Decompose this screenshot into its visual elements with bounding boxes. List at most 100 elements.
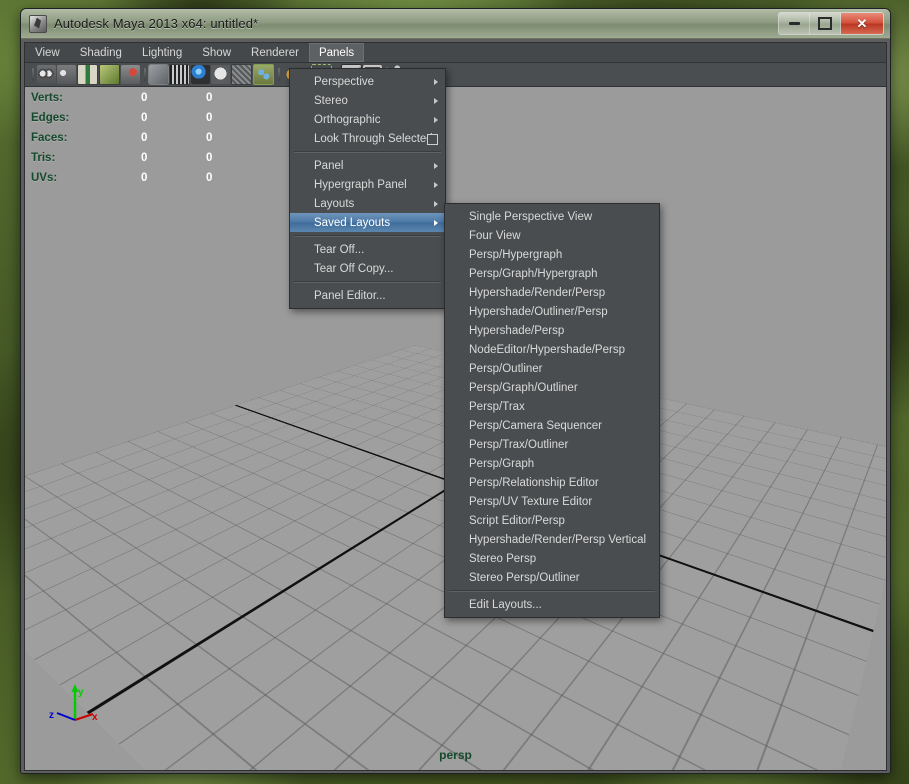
menu-item-label: Hypergraph Panel bbox=[314, 178, 407, 191]
menu-show[interactable]: Show bbox=[192, 43, 241, 62]
submenu-item-label: Persp/Outliner bbox=[469, 362, 543, 375]
submenu-item-hypershade-render-persp-vertical[interactable]: Hypershade/Render/Persp Vertical bbox=[445, 530, 659, 549]
hud-label: Edges: bbox=[31, 112, 70, 124]
submenu-item-label: Persp/Graph/Hypergraph bbox=[469, 267, 598, 280]
submenu-item-persp-uv-texture-editor[interactable]: Persp/UV Texture Editor bbox=[445, 492, 659, 511]
submenu-item-label: Four View bbox=[469, 229, 521, 242]
menu-item-label: Saved Layouts bbox=[314, 216, 391, 229]
menu-item-orthographic[interactable]: Orthographic bbox=[290, 110, 445, 129]
submenu-item-label: NodeEditor/Hypershade/Persp bbox=[469, 343, 625, 356]
panels-dropdown-menu: Perspective Stereo Orthographic Look Thr… bbox=[289, 68, 446, 309]
hud-value-total: 0 bbox=[206, 112, 213, 124]
camera-attributes-icon[interactable] bbox=[57, 65, 76, 84]
menu-item-stereo[interactable]: Stereo bbox=[290, 91, 445, 110]
menu-item-label: Panel bbox=[314, 159, 344, 172]
hud-value-total: 0 bbox=[206, 172, 213, 184]
shadows-icon[interactable] bbox=[231, 64, 252, 85]
menu-separator bbox=[294, 151, 441, 153]
submenu-item-persp-graph-outliner[interactable]: Persp/Graph/Outliner bbox=[445, 378, 659, 397]
submenu-item-persp-relationship-editor[interactable]: Persp/Relationship Editor bbox=[445, 473, 659, 492]
menu-item-panel-editor[interactable]: Panel Editor... bbox=[290, 286, 445, 305]
submenu-item-persp-outliner[interactable]: Persp/Outliner bbox=[445, 359, 659, 378]
submenu-item-label: Persp/Graph bbox=[469, 457, 535, 470]
submenu-item-nodeeditor-hypershade-persp[interactable]: NodeEditor/Hypershade/Persp bbox=[445, 340, 659, 359]
bookmark-icon[interactable] bbox=[77, 64, 98, 85]
hud-value-selected: 0 bbox=[141, 132, 148, 144]
use-default-lighting-icon[interactable] bbox=[211, 65, 230, 84]
submenu-item-label: Script Editor/Persp bbox=[469, 514, 565, 527]
submenu-item-label: Persp/Trax bbox=[469, 400, 525, 413]
wireframe-shading-icon[interactable] bbox=[149, 65, 168, 84]
menu-lighting[interactable]: Lighting bbox=[132, 43, 192, 62]
submenu-item-hypershade-persp[interactable]: Hypershade/Persp bbox=[445, 321, 659, 340]
hud-row: Verts: 0 0 bbox=[31, 88, 271, 108]
maya-app-icon bbox=[29, 14, 47, 33]
submenu-item-persp-camera-sequencer[interactable]: Persp/Camera Sequencer bbox=[445, 416, 659, 435]
svg-text:y: y bbox=[78, 687, 84, 698]
menu-item-saved-layouts[interactable]: Saved Layouts bbox=[290, 213, 445, 232]
submenu-item-edit-layouts[interactable]: Edit Layouts... bbox=[445, 595, 659, 614]
submenu-item-label: Persp/Hypergraph bbox=[469, 248, 563, 261]
xray-icon[interactable] bbox=[253, 64, 274, 85]
hud-value-selected: 0 bbox=[141, 152, 148, 164]
menu-item-hypergraph-panel[interactable]: Hypergraph Panel bbox=[290, 175, 445, 194]
submenu-item-persp-trax[interactable]: Persp/Trax bbox=[445, 397, 659, 416]
menu-item-tear-off-copy[interactable]: Tear Off Copy... bbox=[290, 259, 445, 278]
submenu-item-label: Single Perspective View bbox=[469, 210, 593, 223]
hud-value-total: 0 bbox=[206, 152, 213, 164]
smooth-shade-icon[interactable] bbox=[169, 64, 190, 85]
submenu-item-persp-graph[interactable]: Persp/Graph bbox=[445, 454, 659, 473]
submenu-item-label: Stereo Persp bbox=[469, 552, 537, 565]
title-bar[interactable]: Autodesk Maya 2013 x64: untitled* ✕ bbox=[21, 9, 890, 39]
submenu-item-script-editor-persp[interactable]: Script Editor/Persp bbox=[445, 511, 659, 530]
menu-view[interactable]: View bbox=[25, 43, 70, 62]
submenu-item-stereo-persp[interactable]: Stereo Persp bbox=[445, 549, 659, 568]
submenu-item-hypershade-render-persp[interactable]: Hypershade/Render/Persp bbox=[445, 283, 659, 302]
minimize-button[interactable] bbox=[779, 13, 810, 34]
submenu-item-stereo-persp-outliner[interactable]: Stereo Persp/Outliner bbox=[445, 568, 659, 587]
close-button[interactable]: ✕ bbox=[841, 13, 883, 34]
two-sided-lighting-icon[interactable] bbox=[121, 65, 140, 84]
chevron-right-icon bbox=[434, 181, 438, 188]
submenu-item-persp-graph-hypergraph[interactable]: Persp/Graph/Hypergraph bbox=[445, 264, 659, 283]
submenu-item-label: Edit Layouts... bbox=[469, 598, 542, 611]
maximize-button[interactable] bbox=[810, 13, 841, 34]
hud-value-total: 0 bbox=[206, 132, 213, 144]
chevron-right-icon bbox=[434, 97, 438, 104]
submenu-item-label: Persp/UV Texture Editor bbox=[469, 495, 593, 508]
toolbar-separator bbox=[275, 67, 282, 82]
svg-text:z: z bbox=[49, 710, 54, 721]
saved-layouts-submenu: Single Perspective View Four View Persp/… bbox=[444, 203, 660, 618]
menu-item-tear-off[interactable]: Tear Off... bbox=[290, 240, 445, 259]
submenu-item-single-perspective-view[interactable]: Single Perspective View bbox=[445, 207, 659, 226]
camera-name-label: persp bbox=[439, 748, 472, 762]
toolbar-separator bbox=[29, 67, 36, 82]
image-plane-icon[interactable] bbox=[99, 64, 120, 85]
select-camera-icon[interactable] bbox=[37, 65, 56, 84]
hud-poly-count: Verts: 0 0 Edges: 0 0 Faces: 0 0 Tris: 0… bbox=[31, 88, 271, 188]
chevron-right-icon bbox=[434, 200, 438, 207]
submenu-item-hypershade-outliner-persp[interactable]: Hypershade/Outliner/Persp bbox=[445, 302, 659, 321]
menu-panels[interactable]: Panels bbox=[308, 43, 365, 62]
menu-item-look-through-selected[interactable]: Look Through Selected bbox=[290, 129, 445, 148]
hud-value-total: 0 bbox=[206, 92, 213, 104]
submenu-item-label: Persp/Graph/Outliner bbox=[469, 381, 578, 394]
menu-item-panel[interactable]: Panel bbox=[290, 156, 445, 175]
menu-item-label: Look Through Selected bbox=[314, 132, 433, 145]
submenu-item-persp-trax-outliner[interactable]: Persp/Trax/Outliner bbox=[445, 435, 659, 454]
submenu-item-label: Persp/Relationship Editor bbox=[469, 476, 599, 489]
chevron-right-icon bbox=[434, 78, 438, 85]
menu-separator bbox=[294, 235, 441, 237]
submenu-item-label: Hypershade/Render/Persp bbox=[469, 286, 606, 299]
hardware-texturing-icon[interactable] bbox=[191, 65, 210, 84]
submenu-item-four-view[interactable]: Four View bbox=[445, 226, 659, 245]
menu-renderer[interactable]: Renderer bbox=[241, 43, 309, 62]
checkbox-icon[interactable] bbox=[427, 133, 438, 145]
menu-item-perspective[interactable]: Perspective bbox=[290, 72, 445, 91]
menu-shading[interactable]: Shading bbox=[70, 43, 132, 62]
menu-separator bbox=[294, 281, 441, 283]
menu-item-layouts[interactable]: Layouts bbox=[290, 194, 445, 213]
submenu-item-label: Stereo Persp/Outliner bbox=[469, 571, 580, 584]
submenu-item-persp-hypergraph[interactable]: Persp/Hypergraph bbox=[445, 245, 659, 264]
hud-value-selected: 0 bbox=[141, 92, 148, 104]
